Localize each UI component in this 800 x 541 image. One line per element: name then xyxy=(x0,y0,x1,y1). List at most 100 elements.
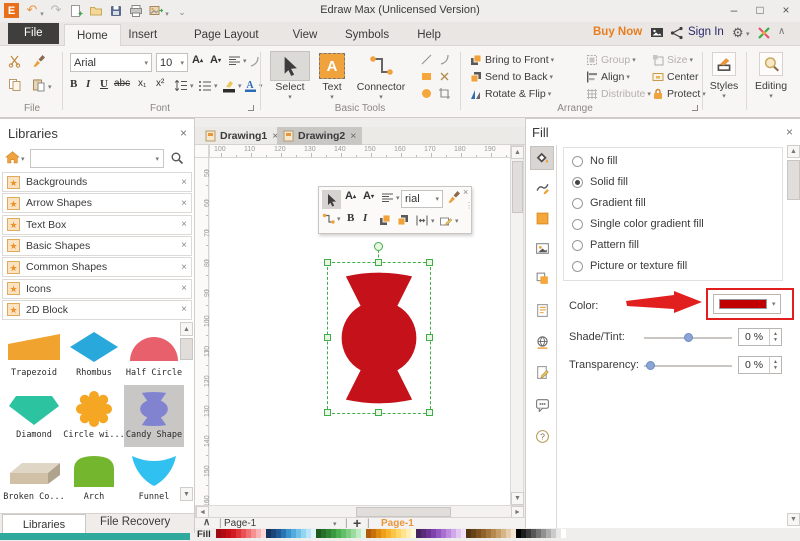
comment-icon[interactable] xyxy=(531,393,553,415)
arrange-center-button[interactable]: Center xyxy=(652,68,706,85)
library-close-icon[interactable]: × xyxy=(181,304,187,315)
radio-gradient-fill[interactable] xyxy=(572,198,583,209)
home-icon[interactable] xyxy=(5,150,20,164)
mini-close-icon[interactable]: × xyxy=(463,187,468,197)
shape-trapezoid[interactable]: Trapezoid xyxy=(4,323,64,385)
shape-arch[interactable]: Arch xyxy=(64,447,124,509)
library-close-icon[interactable]: × xyxy=(181,177,187,188)
mini-style-icon[interactable]: ▾ xyxy=(439,214,459,228)
library-item-basic-shapes[interactable]: ★Basic Shapes× xyxy=(2,236,192,256)
font-size-select[interactable]: 10▾ xyxy=(156,53,188,72)
transparency-slider-track[interactable] xyxy=(644,365,732,367)
shadow-icon[interactable] xyxy=(531,267,553,289)
minimize-button[interactable]: – xyxy=(722,0,746,20)
selection-handle-s[interactable] xyxy=(375,409,382,416)
transparency-spinner[interactable]: 0 %▲▼ xyxy=(738,356,782,374)
format-painter-icon[interactable] xyxy=(32,54,46,68)
collapse-ribbon-icon[interactable]: ∧ xyxy=(778,26,785,37)
selection-handle-n[interactable] xyxy=(375,259,382,266)
shape-half-circle[interactable]: Half Circle xyxy=(124,323,184,385)
arrange-send-to-back-button[interactable]: Send to Back▾ xyxy=(470,68,554,85)
paste-icon[interactable] xyxy=(32,78,46,92)
mini-decrease-font[interactable]: A▾ xyxy=(363,190,374,202)
library-close-icon[interactable]: × xyxy=(181,219,187,230)
menu-tab-home[interactable]: Home xyxy=(64,24,121,46)
library-close-icon[interactable]: × xyxy=(181,198,187,209)
page-select-caret-icon[interactable]: ▾ xyxy=(333,520,337,528)
shape-diamond[interactable]: Diamond xyxy=(4,385,64,447)
shade-tint-spinner[interactable]: 0 %▲▼ xyxy=(738,328,782,346)
library-search-input[interactable]: ▾ xyxy=(30,149,164,168)
freehand-tool-icon[interactable] xyxy=(438,70,451,83)
font-family-select[interactable]: Arial▾ xyxy=(70,53,152,72)
mini-select-icon[interactable] xyxy=(322,190,341,209)
help-icon[interactable]: ? xyxy=(531,425,553,447)
arrange-align-button[interactable]: Align▾ xyxy=(586,68,651,85)
search-icon[interactable] xyxy=(170,151,184,165)
share-icon[interactable] xyxy=(670,26,684,40)
menu-tab-page-layout[interactable]: Page Layout xyxy=(182,24,271,46)
underline-button[interactable]: U xyxy=(100,78,108,90)
superscript-button[interactable]: x² xyxy=(156,78,164,89)
line-style-icon[interactable] xyxy=(531,177,553,199)
canvas-scroll-up[interactable]: ▲ xyxy=(511,146,524,159)
radio-label-no-fill[interactable]: No fill xyxy=(590,155,618,167)
mini-align-icon[interactable]: ▾ xyxy=(381,192,400,204)
strikethrough-button[interactable]: abc xyxy=(114,78,130,89)
bullet-list-icon[interactable]: ▾ xyxy=(198,79,218,92)
rotation-handle[interactable] xyxy=(374,242,383,251)
subscript-button[interactable]: x₁ xyxy=(138,78,146,89)
line-tool-icon[interactable] xyxy=(420,53,433,66)
radio-no-fill[interactable] xyxy=(572,156,583,167)
rectangle-tool-icon[interactable] xyxy=(420,70,433,83)
canvas-vscroll-thumb[interactable] xyxy=(512,161,523,213)
text-align-icon[interactable]: ▾ xyxy=(228,55,247,67)
selection-box[interactable] xyxy=(327,262,431,414)
radio-pattern-fill[interactable] xyxy=(572,240,583,251)
pagebar-collapse-icon[interactable]: ∧ xyxy=(203,517,210,528)
panel-scroll-thumb[interactable] xyxy=(787,160,800,200)
radio-label-pattern-fill[interactable]: Pattern fill xyxy=(590,239,639,251)
tab-libraries[interactable]: Libraries xyxy=(2,514,86,534)
hyperlink-icon[interactable] xyxy=(531,331,553,353)
mini-bring-front-icon[interactable] xyxy=(379,214,391,226)
mini-spacing-icon[interactable]: ▾ xyxy=(415,214,435,227)
crop-tool-icon[interactable] xyxy=(438,87,451,100)
panel-scroll-down[interactable]: ▼ xyxy=(787,513,800,526)
cut-icon[interactable] xyxy=(8,54,21,68)
search-caret-icon[interactable]: ▾ xyxy=(155,155,159,163)
menu-tab-symbols[interactable]: Symbols xyxy=(333,24,401,46)
library-item-arrow-shapes[interactable]: ★Arrow Shapes× xyxy=(2,193,192,213)
shape-candy-shape[interactable]: Candy Shape xyxy=(124,385,184,447)
arrange-protect-button[interactable]: Protect▾ xyxy=(652,85,706,102)
shape-rhombus[interactable]: Rhombus xyxy=(64,323,124,385)
selection-handle-se[interactable] xyxy=(426,409,433,416)
select-tool[interactable]: Select ▾ xyxy=(268,51,312,101)
arrange-dialog-launcher[interactable] xyxy=(692,105,698,111)
settings-gear-icon[interactable]: ⚙ xyxy=(732,25,744,41)
connector-tool[interactable]: Connector ▾ xyxy=(352,51,410,101)
maximize-button[interactable]: □ xyxy=(748,0,772,20)
font-dialog-launcher[interactable] xyxy=(248,105,254,111)
arrange-bring-to-front-button[interactable]: Bring to Front▾ xyxy=(470,51,554,68)
menu-tab-help[interactable]: Help xyxy=(405,24,453,46)
picture-icon[interactable] xyxy=(531,237,553,259)
library-item-backgrounds[interactable]: ★Backgrounds× xyxy=(2,172,192,192)
shape-icon[interactable] xyxy=(531,207,553,229)
settings-caret-icon[interactable]: ▾ xyxy=(746,30,750,38)
libraries-close-icon[interactable]: × xyxy=(180,126,187,140)
mini-font-select[interactable]: rial▾ xyxy=(401,190,443,208)
canvas-hscroll-thumb[interactable] xyxy=(356,507,451,517)
arc-tool-icon[interactable] xyxy=(438,53,451,66)
copy-icon[interactable] xyxy=(8,78,22,92)
selection-handle-ne[interactable] xyxy=(426,259,433,266)
library-item-common-shapes[interactable]: ★Common Shapes× xyxy=(2,257,192,277)
library-item-icons[interactable]: ★Icons× xyxy=(2,279,192,299)
mini-format-painter-icon[interactable] xyxy=(447,190,461,204)
bold-button[interactable]: B xyxy=(70,78,77,90)
library-item-2d-block[interactable]: ★2D Block× xyxy=(2,300,192,320)
shade-tint-slider-handle[interactable] xyxy=(684,333,693,342)
fill-tab-icon[interactable] xyxy=(531,147,553,169)
doc-tab-drawing1[interactable]: Drawing1× xyxy=(199,127,284,145)
library-close-icon[interactable]: × xyxy=(181,240,187,251)
